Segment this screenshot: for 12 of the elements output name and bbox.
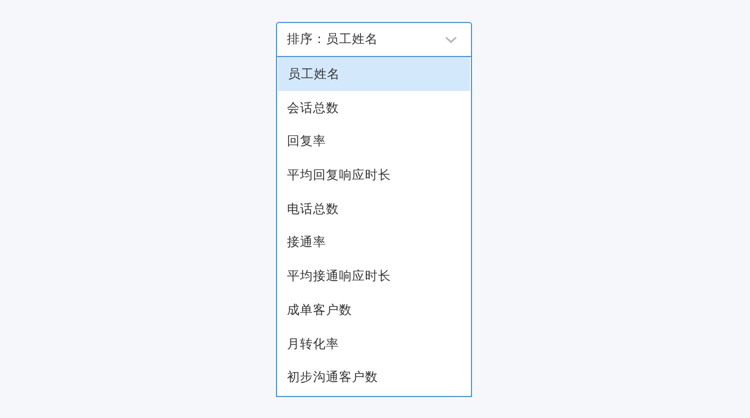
dropdown-option[interactable]: 月转化率 — [277, 326, 471, 360]
dropdown-option[interactable]: 平均回复响应时长 — [277, 158, 471, 192]
dropdown-option[interactable]: 接通率 — [277, 225, 471, 260]
dropdown-option[interactable]: 平均接通响应时长 — [277, 259, 471, 293]
dropdown-option[interactable]: 员工姓名 — [278, 57, 470, 91]
chevron-icon — [445, 36, 457, 44]
dropdown-option[interactable]: 成单客户数 — [277, 292, 471, 326]
dropdown-option[interactable]: 电话总数 — [277, 192, 471, 226]
dropdown-option[interactable]: 初步沟通客户数 — [277, 360, 471, 394]
dropdown-option[interactable]: 会话总数 — [277, 90, 471, 124]
sort-select[interactable]: 排序：员工姓名 — [276, 22, 472, 57]
dropdown-option[interactable]: 回复率 — [277, 124, 471, 158]
